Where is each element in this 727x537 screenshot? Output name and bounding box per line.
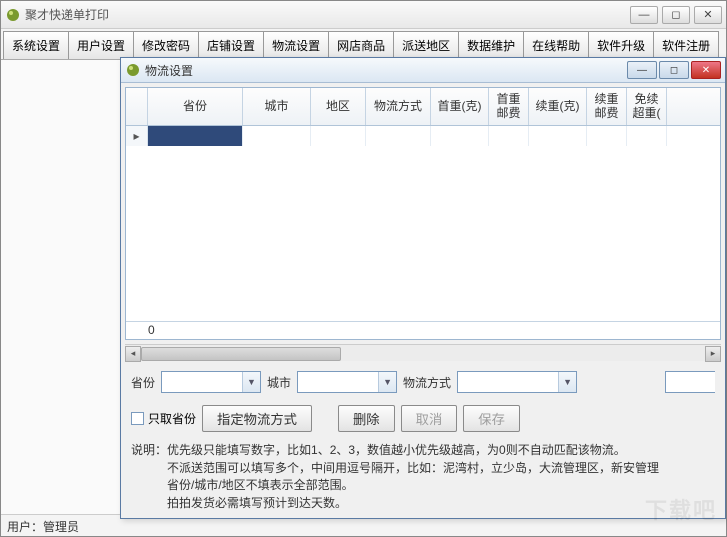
- tab-change-password[interactable]: 修改密码: [133, 31, 199, 59]
- cell-first-weight[interactable]: [431, 126, 489, 146]
- desc-line4: 拍拍发货必需填写预计到达天数。: [167, 496, 347, 510]
- child-window-buttons: — ◻ ✕: [627, 61, 721, 79]
- col-cont-fee[interactable]: 续重邮费: [587, 88, 627, 125]
- main-titlebar: 聚才快递单打印 — ◻ ✕: [1, 1, 726, 29]
- grid-body[interactable]: ▸: [126, 126, 720, 321]
- grid-header: 省份 城市 地区 物流方式 首重(克) 首重邮费 续重(克) 续重邮费 免续超重…: [126, 88, 720, 126]
- maximize-button[interactable]: ◻: [662, 6, 690, 24]
- chevron-down-icon: ▼: [242, 372, 260, 392]
- desc-body: 优先级只能填写数字，比如1、2、3，数值越小优先级越高，为0则不自动匹配该物流。…: [167, 442, 659, 512]
- child-icon: [125, 62, 141, 78]
- minimize-button[interactable]: —: [630, 6, 658, 24]
- main-title: 聚才快递单打印: [25, 6, 630, 23]
- only-province-label: 只取省份: [148, 410, 196, 427]
- col-city[interactable]: 城市: [243, 88, 311, 125]
- cell-cont-weight[interactable]: [529, 126, 587, 146]
- col-shipping-method[interactable]: 物流方式: [366, 88, 431, 125]
- child-titlebar[interactable]: 物流设置 — ◻ ✕: [121, 58, 725, 83]
- tab-online-help[interactable]: 在线帮助: [523, 31, 589, 59]
- tab-software-register[interactable]: 软件注册: [653, 31, 719, 59]
- desc-line2: 不派送范围可以填写多个，中间用逗号隔开，比如：泥湾村，立少岛，大流管理区，新安管…: [167, 461, 659, 475]
- city-label: 城市: [267, 374, 291, 391]
- grid-footer: 0: [126, 321, 720, 339]
- main-window-buttons: — ◻ ✕: [630, 6, 722, 24]
- col-district[interactable]: 地区: [311, 88, 366, 125]
- desc-line3: 省份/城市/地区不填表示全部范围。: [167, 478, 354, 492]
- col-province[interactable]: 省份: [148, 88, 243, 125]
- chevron-down-icon: ▼: [558, 372, 576, 392]
- logistics-grid: 省份 城市 地区 物流方式 首重(克) 首重邮费 续重(克) 续重邮费 免续超重…: [125, 87, 721, 340]
- chevron-down-icon: ▼: [378, 372, 396, 392]
- cell-province[interactable]: [148, 126, 243, 146]
- grid-footer-value: 0: [148, 323, 155, 337]
- shipping-label: 物流方式: [403, 374, 451, 391]
- province-label: 省份: [131, 374, 155, 391]
- tab-data-maintenance[interactable]: 数据维护: [458, 31, 524, 59]
- scroll-right-icon[interactable]: ▸: [705, 346, 721, 362]
- col-first-weight[interactable]: 首重(克): [431, 88, 489, 125]
- desc-prefix: 说明：: [131, 442, 167, 512]
- child-minimize-button[interactable]: —: [627, 61, 657, 79]
- close-button[interactable]: ✕: [694, 6, 722, 24]
- cell-district[interactable]: [311, 126, 366, 146]
- grid-corner: [126, 88, 148, 125]
- only-province-checkbox[interactable]: 只取省份: [131, 410, 196, 427]
- app-icon: [5, 7, 21, 23]
- checkbox-icon: [131, 412, 144, 425]
- cell-cont-fee[interactable]: [587, 126, 627, 146]
- action-row: 只取省份 指定物流方式 删除 取消 保存: [121, 399, 725, 438]
- cell-first-fee[interactable]: [489, 126, 529, 146]
- child-maximize-button[interactable]: ◻: [659, 61, 689, 79]
- tab-software-upgrade[interactable]: 软件升级: [588, 31, 654, 59]
- tab-store-settings[interactable]: 店铺设置: [198, 31, 264, 59]
- shipping-combo[interactable]: ▼: [457, 371, 577, 393]
- row-indicator-icon: ▸: [126, 126, 148, 146]
- logistics-settings-window: 物流设置 — ◻ ✕ 省份 城市 地区 物流方式 首重(克) 首重邮费 续重(克…: [120, 57, 726, 519]
- desc-line1: 优先级只能填写数字，比如1、2、3，数值越小优先级越高，为0则不自动匹配该物流。: [167, 443, 626, 457]
- child-title: 物流设置: [145, 62, 627, 79]
- extra-input[interactable]: [665, 371, 715, 393]
- table-row[interactable]: ▸: [126, 126, 720, 146]
- tab-online-products[interactable]: 网店商品: [328, 31, 394, 59]
- delete-button[interactable]: 删除: [338, 405, 395, 432]
- tab-delivery-area[interactable]: 派送地区: [393, 31, 459, 59]
- cell-free-over[interactable]: [627, 126, 667, 146]
- tab-logistics-settings[interactable]: 物流设置: [263, 31, 329, 59]
- status-user: 用户：管理员: [7, 520, 79, 534]
- city-combo[interactable]: ▼: [297, 371, 397, 393]
- cell-city[interactable]: [243, 126, 311, 146]
- province-combo[interactable]: ▼: [161, 371, 261, 393]
- tab-user-settings[interactable]: 用户设置: [68, 31, 134, 59]
- scroll-left-icon[interactable]: ◂: [125, 346, 141, 362]
- filter-row: 省份 ▼ 城市 ▼ 物流方式 ▼: [121, 365, 725, 399]
- grid-hscrollbar[interactable]: ◂ ▸: [125, 344, 721, 362]
- cancel-button[interactable]: 取消: [401, 405, 458, 432]
- save-button[interactable]: 保存: [463, 405, 520, 432]
- col-free-overweight[interactable]: 免续超重(: [627, 88, 667, 125]
- description-text: 说明： 优先级只能填写数字，比如1、2、3，数值越小优先级越高，为0则不自动匹配…: [121, 438, 725, 518]
- cell-shipping[interactable]: [366, 126, 431, 146]
- col-cont-weight[interactable]: 续重(克): [529, 88, 587, 125]
- col-first-fee[interactable]: 首重邮费: [489, 88, 529, 125]
- tab-system-settings[interactable]: 系统设置: [3, 31, 69, 59]
- set-shipping-button[interactable]: 指定物流方式: [202, 405, 312, 432]
- scroll-thumb[interactable]: [141, 347, 341, 361]
- main-tabs: 系统设置 用户设置 修改密码 店铺设置 物流设置 网店商品 派送地区 数据维护 …: [1, 29, 726, 60]
- child-close-button[interactable]: ✕: [691, 61, 721, 79]
